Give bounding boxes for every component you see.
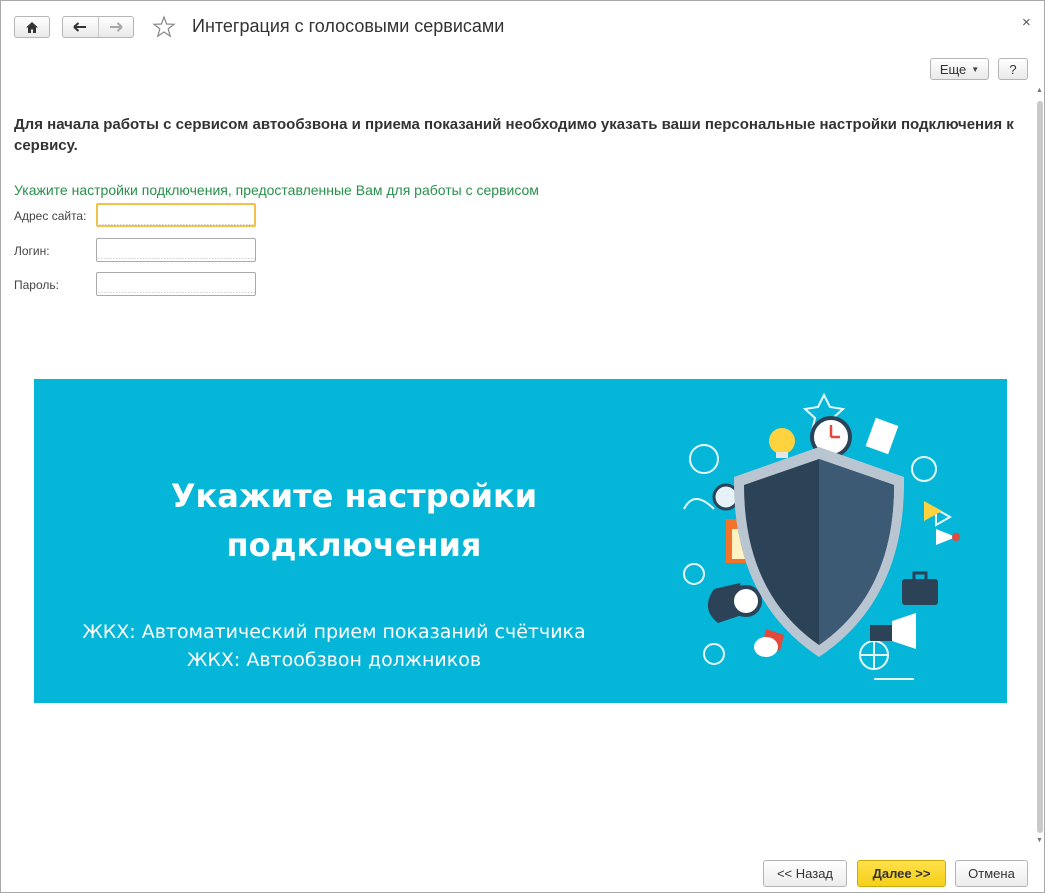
scrollbar-thumb[interactable] <box>1037 101 1043 833</box>
back-nav-button[interactable] <box>63 17 98 37</box>
close-icon[interactable]: × <box>1022 14 1031 31</box>
settings-hint: Укажите настройки подключения, предостав… <box>14 182 539 198</box>
window-title: Интеграция с голосовыми сервисами <box>192 16 505 36</box>
help-button[interactable]: ? <box>998 58 1028 80</box>
next-button[interactable]: Далее >> <box>857 860 946 887</box>
login-input[interactable] <box>96 238 256 262</box>
forward-nav-button[interactable] <box>98 17 133 37</box>
password-label: Пароль: <box>14 278 59 292</box>
intro-text: Для начала работы с сервисом автообзвона… <box>14 116 1014 154</box>
banner-subtitle-1: ЖКХ: Автоматический прием показаний счёт… <box>82 621 586 643</box>
banner-title-line2: подключения <box>226 526 482 564</box>
banner-subtitle-2: ЖКХ: Автообзвон должников <box>186 649 482 671</box>
banner-title: Укажите настройки подключения <box>134 472 574 570</box>
more-button[interactable]: Еще ▼ <box>930 58 989 80</box>
banner-title-line1: Укажите настройки <box>170 477 538 515</box>
promo-banner: Укажите настройки подключения ЖКХ: Автом… <box>34 379 1007 703</box>
back-button[interactable]: << Назад <box>763 860 847 887</box>
form-window: Интеграция с голосовыми сервисами × Еще … <box>0 0 1045 893</box>
password-input[interactable] <box>96 272 256 296</box>
home-icon <box>26 21 38 33</box>
cancel-button[interactable]: Отмена <box>955 860 1028 887</box>
scroll-up-arrow-icon[interactable]: ▲ <box>1036 87 1043 94</box>
home-button[interactable] <box>14 16 50 38</box>
arrow-left-icon <box>73 22 87 32</box>
history-nav <box>62 16 134 38</box>
scroll-down-arrow-icon[interactable]: ▼ <box>1036 837 1043 844</box>
shield-icon <box>683 392 960 680</box>
site-address-label: Адрес сайта: <box>14 209 87 223</box>
site-address-input[interactable] <box>96 203 256 227</box>
star-icon[interactable] <box>152 15 176 39</box>
login-label: Логин: <box>14 244 50 258</box>
arrow-right-icon <box>109 22 123 32</box>
caret-down-icon: ▼ <box>971 64 980 74</box>
more-button-label: Еще <box>939 61 967 77</box>
